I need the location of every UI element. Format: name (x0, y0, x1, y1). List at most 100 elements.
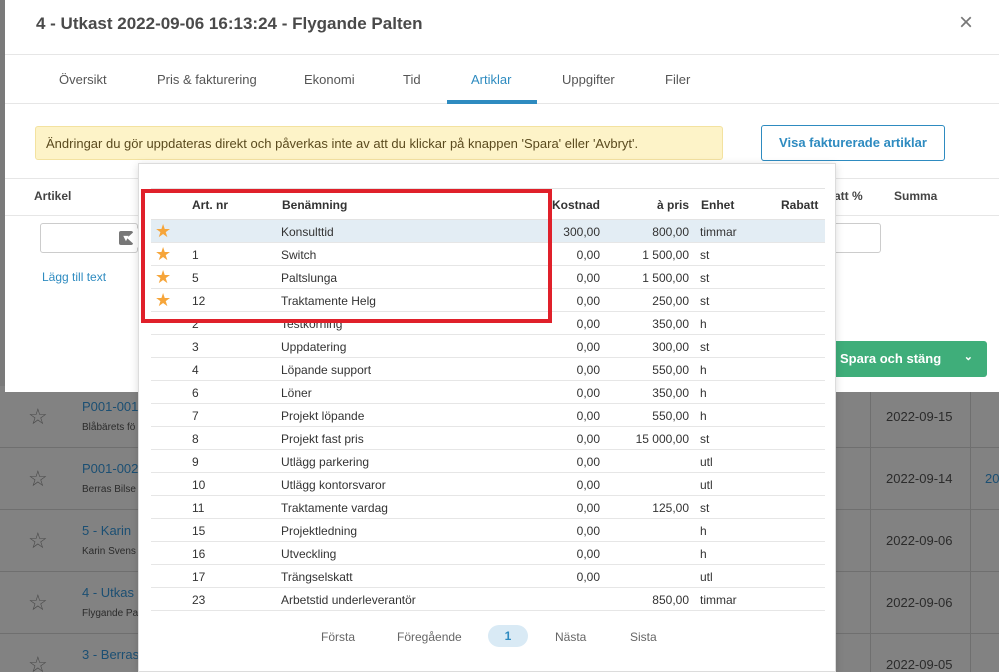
article-cost: 0,00 (576, 294, 600, 308)
header-sum: Summa (894, 189, 938, 203)
save-and-close-label: Spara och stäng (840, 351, 942, 366)
tab-filer[interactable]: Filer (665, 72, 690, 87)
article-unit-price: 350,00 (652, 386, 689, 400)
star-outline-icon[interactable]: ☆ (28, 468, 50, 490)
modal-title: 4 - Utkast 2022-09-06 16:13:24 - Flygand… (36, 14, 423, 33)
column-divider (970, 448, 971, 510)
col-unit: Enhet (701, 198, 735, 212)
article-unit: h (700, 524, 707, 538)
article-option-row[interactable]: ★ 5 Paltslunga 0,00 1 500,00 st (151, 266, 825, 289)
star-icon[interactable]: ★ (155, 245, 171, 263)
article-option-row[interactable]: 23 Arbetstid underleverantör 850,00 timmar (151, 588, 825, 611)
row-date: 2022-09-15 (886, 409, 953, 424)
article-option-row[interactable]: 9 Utlägg parkering 0,00 utl (151, 450, 825, 473)
article-name: Projekt löpande (281, 409, 365, 423)
column-divider (870, 386, 871, 448)
row-customer: Blåbärets fö (82, 422, 136, 433)
star-icon[interactable]: ★ (155, 222, 171, 240)
pager-previous[interactable]: Föregående (397, 630, 462, 644)
row-title[interactable]: P001-001 (82, 399, 138, 414)
article-option-row[interactable]: 2 Testkörning 0,00 350,00 h (151, 312, 825, 335)
star-outline-icon[interactable]: ☆ (28, 406, 50, 428)
article-name: Löpande support (281, 363, 372, 377)
tab-artiklar[interactable]: Artiklar (471, 72, 511, 87)
article-unit-price: 850,00 (652, 593, 689, 607)
article-option-row[interactable]: 17 Trängselskatt 0,00 utl (151, 565, 825, 588)
article-name: Trängselskatt (281, 570, 353, 584)
tab-oversikt[interactable]: Översikt (59, 72, 107, 87)
article-number: 4 (192, 363, 199, 377)
add-text-link[interactable]: Lägg till text (42, 270, 106, 284)
tab-uppgifter[interactable]: Uppgifter (562, 72, 615, 87)
article-option-row[interactable]: ★ 12 Traktamente Helg 0,00 250,00 st (151, 289, 825, 312)
article-unit: h (700, 363, 707, 377)
row-date: 2022-09-06 (886, 595, 953, 610)
col-art-nr: Art. nr (192, 198, 228, 212)
article-name: Konsulttid (281, 225, 334, 239)
column-divider (870, 572, 871, 634)
article-option-row[interactable]: 10 Utlägg kontorsvaror 0,00 utl (151, 473, 825, 496)
article-cost: 0,00 (576, 248, 600, 262)
tab-bar: Översikt Pris & fakturering Ekonomi Tid … (5, 54, 999, 104)
article-option-row[interactable]: 11 Traktamente vardag 0,00 125,00 st (151, 496, 825, 519)
article-name: Arbetstid underleverantör (281, 593, 416, 607)
row-title[interactable]: 5 - Karin (82, 523, 131, 538)
star-icon[interactable]: ★ (155, 268, 171, 286)
article-cost: 0,00 (576, 386, 600, 400)
info-notice: Ändringar du gör uppdateras direkt och p… (35, 126, 723, 160)
star-outline-icon[interactable]: ☆ (28, 592, 50, 614)
pager-last[interactable]: Sista (630, 630, 657, 644)
article-select[interactable]: ▼ (40, 223, 138, 253)
article-number: 15 (192, 524, 206, 538)
article-option-row[interactable]: 3 Uppdatering 0,00 300,00 st (151, 335, 825, 358)
article-name: Traktamente Helg (281, 294, 376, 308)
article-unit-price: 550,00 (652, 409, 689, 423)
article-unit: st (700, 432, 710, 446)
article-option-row[interactable]: 15 Projektledning 0,00 h (151, 519, 825, 542)
article-option-row[interactable]: ★ Konsulttid 300,00 800,00 timmar (151, 220, 825, 243)
pager-first[interactable]: Första (321, 630, 355, 644)
article-picker-table: Art. nr Benämning Kostnad à pris Enhet R… (151, 188, 825, 611)
article-unit: st (700, 501, 710, 515)
row-title[interactable]: 4 - Utkas (82, 585, 134, 600)
article-option-row[interactable]: ★ 1 Switch 0,00 1 500,00 st (151, 243, 825, 266)
header-article: Artikel (34, 189, 72, 203)
article-picker-rows: ★ Konsulttid 300,00 800,00 timmar ★ 1 Switch 0,0… (151, 220, 825, 611)
article-option-row[interactable]: 7 Projekt löpande 0,00 550,00 h (151, 404, 825, 427)
article-number: 17 (192, 570, 206, 584)
save-and-close-button[interactable]: Spara och stäng ⌄ (831, 341, 987, 377)
column-divider (970, 634, 971, 672)
article-name: Paltslunga (281, 271, 338, 285)
col-discount: Rabatt (781, 198, 819, 212)
discount-input[interactable] (831, 223, 881, 253)
article-unit-price: 800,00 (652, 225, 689, 239)
row-title[interactable]: 3 - Berras (82, 647, 139, 662)
star-outline-icon[interactable]: ☆ (28, 530, 50, 552)
tab-ekonomi[interactable]: Ekonomi (304, 72, 355, 87)
tab-pris-fakturering[interactable]: Pris & fakturering (157, 72, 257, 87)
row-date: 2022-09-05 (886, 657, 953, 672)
article-option-row[interactable]: 16 Utveckling 0,00 h (151, 542, 825, 565)
close-icon[interactable]: × (955, 11, 977, 35)
article-cost: 0,00 (576, 317, 600, 331)
chevron-down-icon[interactable]: ⌄ (964, 350, 973, 363)
article-option-row[interactable]: 4 Löpande support 0,00 550,00 h (151, 358, 825, 381)
column-divider (870, 510, 871, 572)
article-name: Traktamente vardag (281, 501, 388, 515)
pager-current-page[interactable]: 1 (488, 625, 528, 647)
row-title[interactable]: P001-002 (82, 461, 138, 476)
article-cost: 0,00 (576, 363, 600, 377)
pager-next[interactable]: Nästa (555, 630, 586, 644)
tab-tid[interactable]: Tid (403, 72, 421, 87)
show-invoiced-articles-button[interactable]: Visa fakturerade artiklar (761, 125, 945, 161)
article-number: 5 (192, 271, 199, 285)
star-outline-icon[interactable]: ☆ (28, 654, 50, 672)
article-unit: st (700, 294, 710, 308)
article-option-row[interactable]: 8 Projekt fast pris 0,00 15 000,00 st (151, 427, 825, 450)
star-icon[interactable]: ★ (155, 291, 171, 309)
article-unit: h (700, 317, 707, 331)
article-option-row[interactable]: 6 Löner 0,00 350,00 h (151, 381, 825, 404)
article-unit: utl (700, 570, 713, 584)
article-unit-price: 550,00 (652, 363, 689, 377)
article-unit-price: 125,00 (652, 501, 689, 515)
